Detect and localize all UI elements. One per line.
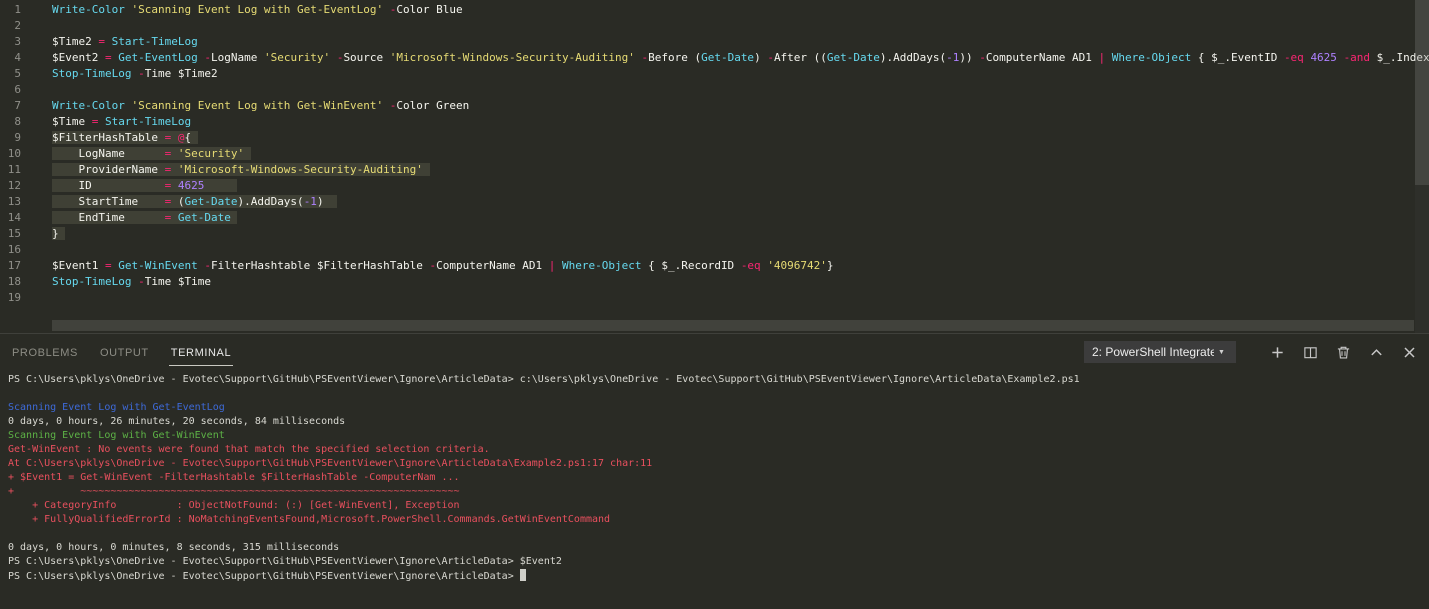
chevron-up-icon: [1369, 345, 1384, 360]
plus-icon: [1270, 345, 1285, 360]
line-number: 19: [0, 290, 21, 306]
split-terminal-button[interactable]: [1302, 344, 1318, 360]
terminal-line: At C:\Users\pklys\OneDrive - Evotec\Supp…: [8, 457, 1429, 471]
tab-output[interactable]: OUTPUT: [98, 338, 151, 366]
terminal-line: + $Event1 = Get-WinEvent -FilterHashtabl…: [8, 471, 1429, 485]
code-line-content: $FilterHashTable = @{: [52, 130, 198, 146]
editor-horizontal-scrollbar[interactable]: [0, 320, 1414, 331]
panel-actions: 2: PowerShell Integrated ▼: [1084, 341, 1417, 363]
code-line[interactable]: 18 Stop-TimeLog -Time $Time: [0, 274, 1429, 290]
terminal-line: [8, 527, 1429, 541]
code-line-content: EndTime = Get-Date: [52, 210, 237, 226]
code-editor[interactable]: 1 Write-Color 'Scanning Event Log with Ge…: [0, 0, 1429, 333]
code-line-content: $Time = Start-TimeLog: [52, 114, 191, 130]
line-number: 2: [0, 18, 21, 34]
close-icon: [1402, 345, 1417, 360]
code-line[interactable]: 10 LogName = 'Security': [0, 146, 1429, 162]
bottom-panel: PROBLEMS OUTPUT TERMINAL 2: PowerShell I…: [0, 333, 1429, 609]
kill-terminal-button[interactable]: [1335, 344, 1351, 360]
code-line[interactable]: 11 ProviderName = 'Microsoft-Windows-Sec…: [0, 162, 1429, 178]
code-line-content: ProviderName = 'Microsoft-Windows-Securi…: [52, 162, 430, 178]
line-number: 15: [0, 226, 21, 242]
code-line-content: Write-Color 'Scanning Event Log with Get…: [52, 2, 463, 18]
trash-icon: [1336, 345, 1351, 360]
editor-vertical-scrollbar[interactable]: [1415, 0, 1429, 333]
code-line[interactable]: 4 $Event2 = Get-EventLog -LogName 'Securi…: [0, 50, 1429, 66]
terminal-output[interactable]: PS C:\Users\pklys\OneDrive - Evotec\Supp…: [0, 370, 1429, 583]
vertical-scrollbar-thumb[interactable]: [1415, 0, 1429, 185]
code-line-content: StartTime = (Get-Date).AddDays(-1): [52, 194, 337, 210]
code-line-content: Stop-TimeLog -Time $Time2: [52, 66, 218, 82]
line-number: 10: [0, 146, 21, 162]
code-line[interactable]: 16: [0, 242, 1429, 258]
terminal-selector[interactable]: 2: PowerShell Integrated ▼: [1084, 341, 1236, 363]
code-line-content: Write-Color 'Scanning Event Log with Get…: [52, 98, 469, 114]
line-number: 9: [0, 130, 21, 146]
tab-problems[interactable]: PROBLEMS: [10, 338, 80, 366]
chevron-down-icon: ▼: [1218, 349, 1225, 356]
code-line[interactable]: 5 Stop-TimeLog -Time $Time2: [0, 66, 1429, 82]
code-line-content: }: [52, 226, 65, 242]
panel-tabs: PROBLEMS OUTPUT TERMINAL: [10, 338, 233, 366]
terminal-cursor: [520, 569, 526, 581]
terminal-line: 0 days, 0 hours, 0 minutes, 8 seconds, 3…: [8, 541, 1429, 555]
code-line[interactable]: 14 EndTime = Get-Date: [0, 210, 1429, 226]
tab-terminal[interactable]: TERMINAL: [169, 338, 233, 366]
terminal-line: + ~~~~~~~~~~~~~~~~~~~~~~~~~~~~~~~~~~~~~~…: [8, 485, 1429, 499]
maximize-panel-button[interactable]: [1368, 344, 1384, 360]
terminal-line: + CategoryInfo : ObjectNotFound: (:) [Ge…: [8, 499, 1429, 513]
code-line[interactable]: 3 $Time2 = Start-TimeLog: [0, 34, 1429, 50]
line-number: 13: [0, 194, 21, 210]
close-panel-button[interactable]: [1401, 344, 1417, 360]
code-line[interactable]: 1 Write-Color 'Scanning Event Log with Ge…: [0, 2, 1429, 18]
terminal-line: 0 days, 0 hours, 26 minutes, 20 seconds,…: [8, 415, 1429, 429]
code-line[interactable]: 2: [0, 18, 1429, 34]
line-number: 3: [0, 34, 21, 50]
code-line-content: $Event2 = Get-EventLog -LogName 'Securit…: [52, 50, 1429, 66]
line-number: 6: [0, 82, 21, 98]
code-line[interactable]: 6: [0, 82, 1429, 98]
panel-header: PROBLEMS OUTPUT TERMINAL 2: PowerShell I…: [0, 334, 1429, 370]
line-number: 18: [0, 274, 21, 290]
terminal-selector-value: 2: PowerShell Integrated: [1092, 345, 1214, 359]
horizontal-scrollbar-thumb[interactable]: [52, 320, 1414, 331]
code-line-content: $Event1 = Get-WinEvent -FilterHashtable …: [52, 258, 834, 274]
code-line-content: LogName = 'Security': [52, 146, 251, 162]
terminal-line: PS C:\Users\pklys\OneDrive - Evotec\Supp…: [8, 569, 1429, 583]
line-number: 8: [0, 114, 21, 130]
code-line[interactable]: 9 $FilterHashTable = @{: [0, 130, 1429, 146]
terminal-line: Scanning Event Log with Get-WinEvent: [8, 429, 1429, 443]
code-line-content: $Time2 = Start-TimeLog: [52, 34, 198, 50]
terminal-line: [8, 387, 1429, 401]
code-line-content: Stop-TimeLog -Time $Time: [52, 274, 211, 290]
code-line[interactable]: 17 $Event1 = Get-WinEvent -FilterHashtabl…: [0, 258, 1429, 274]
code-line[interactable]: 12 ID = 4625: [0, 178, 1429, 194]
terminal-line: PS C:\Users\pklys\OneDrive - Evotec\Supp…: [8, 555, 1429, 569]
line-number: 12: [0, 178, 21, 194]
code-line[interactable]: 7 Write-Color 'Scanning Event Log with Ge…: [0, 98, 1429, 114]
code-line[interactable]: 19: [0, 290, 1429, 306]
line-number: 7: [0, 98, 21, 114]
code-line[interactable]: 8 $Time = Start-TimeLog: [0, 114, 1429, 130]
code-line[interactable]: 13 StartTime = (Get-Date).AddDays(-1): [0, 194, 1429, 210]
line-number: 4: [0, 50, 21, 66]
code-line[interactable]: 15}: [0, 226, 1429, 242]
code-line-content: ID = 4625: [52, 178, 237, 194]
line-number: 5: [0, 66, 21, 82]
line-number: 11: [0, 162, 21, 178]
split-icon: [1303, 345, 1318, 360]
terminal-line: Get-WinEvent : No events were found that…: [8, 443, 1429, 457]
new-terminal-button[interactable]: [1269, 344, 1285, 360]
code-lines: 1 Write-Color 'Scanning Event Log with Ge…: [0, 0, 1429, 306]
terminal-line: Scanning Event Log with Get-EventLog: [8, 401, 1429, 415]
terminal-line: + FullyQualifiedErrorId : NoMatchingEven…: [8, 513, 1429, 527]
line-number: 16: [0, 242, 21, 258]
line-number: 1: [0, 2, 21, 18]
terminal-line: PS C:\Users\pklys\OneDrive - Evotec\Supp…: [8, 373, 1429, 387]
line-number: 17: [0, 258, 21, 274]
line-number: 14: [0, 210, 21, 226]
